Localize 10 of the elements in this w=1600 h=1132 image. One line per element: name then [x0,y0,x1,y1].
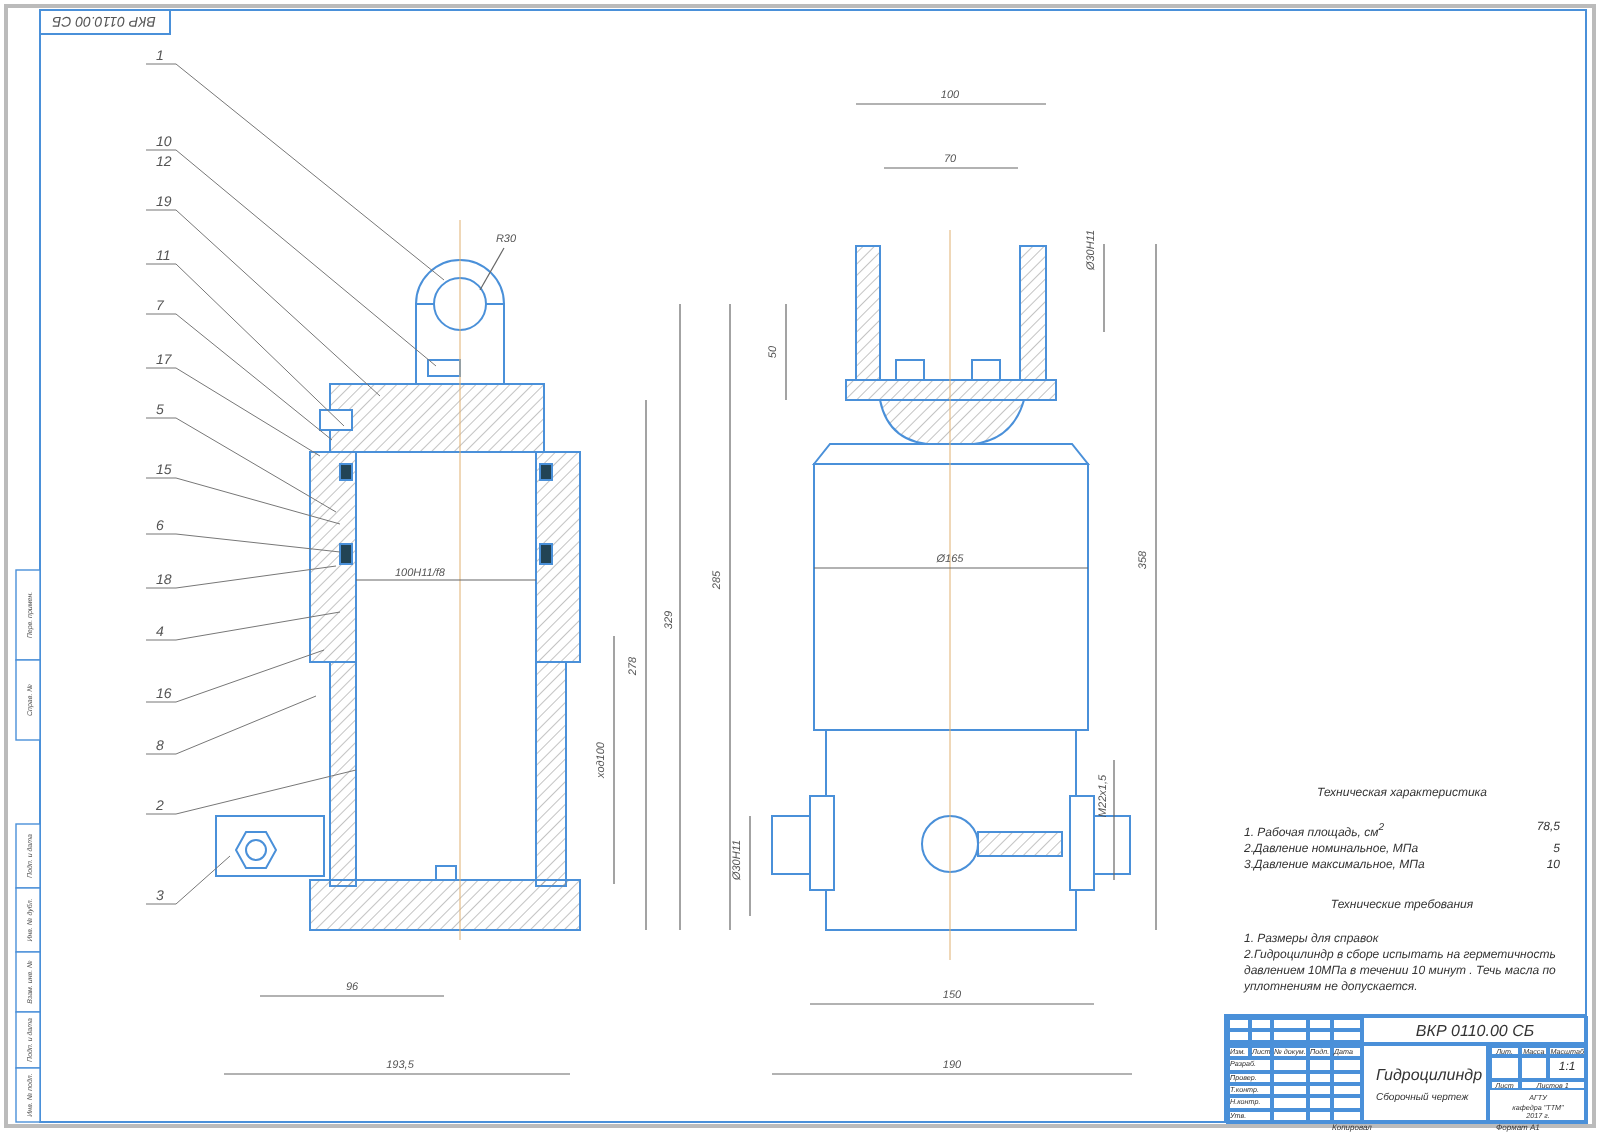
drawing-name: Гидроцилиндр [1376,1065,1485,1083]
title-block-cell [1519,1056,1549,1080]
dimension-line [785,303,787,401]
dimension-line [883,167,1019,169]
dimension-line [749,815,751,917]
leader-line [145,855,231,905]
dimension-line [1113,759,1115,881]
drawing-designation: ВКР 0110.00 СБ [1415,1021,1535,1039]
dimension-line [1103,243,1105,333]
dimension-line [479,247,505,291]
